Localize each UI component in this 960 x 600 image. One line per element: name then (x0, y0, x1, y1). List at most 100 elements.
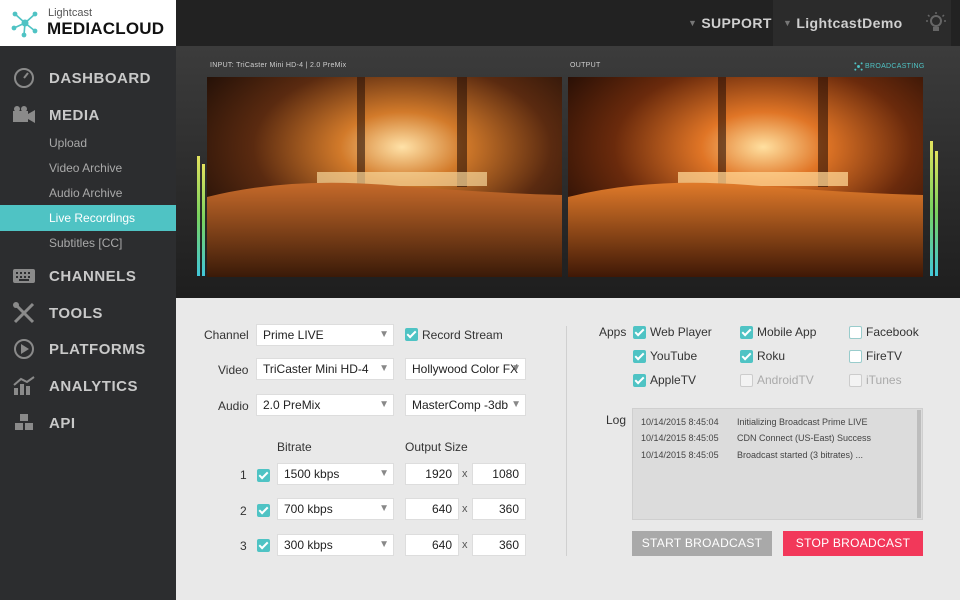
nav-media[interactable]: MEDIA (0, 100, 176, 130)
app-firetv-checkbox[interactable] (849, 350, 862, 363)
app-youtube-checkbox[interactable] (633, 350, 646, 363)
user-menu[interactable]: ▼ LightcastDemo (773, 0, 951, 46)
caret-down-icon: ▼ (379, 399, 389, 410)
nav-media-upload[interactable]: Upload (0, 130, 176, 156)
channel-label: Channel (204, 328, 249, 342)
bitrate-value: 1500 kbps (284, 467, 340, 481)
audio-meter-right (930, 141, 933, 276)
nav-media-live-recordings[interactable]: Live Recordings (0, 205, 176, 231)
nav-api[interactable]: API (0, 408, 176, 438)
log-entry: 10/14/2015 8:45:05 CDN Connect (US-East) … (641, 433, 871, 443)
nav-dashboard-label: DASHBOARD (49, 69, 151, 87)
log-time: 10/14/2015 8:45:05 (641, 450, 719, 460)
support-label: SUPPORT (701, 15, 772, 31)
tools-icon (13, 302, 35, 324)
log-label: Log (606, 413, 627, 427)
brand-name-small: Lightcast (48, 7, 93, 19)
output-height-input[interactable]: 360 (472, 534, 526, 556)
size-separator: x (462, 539, 468, 551)
app-firetv-label: FireTV (866, 349, 902, 363)
nav-analytics-label: ANALYTICS (49, 377, 138, 395)
nav-dashboard[interactable]: DASHBOARD (0, 63, 176, 93)
output-video-preview[interactable] (568, 77, 923, 277)
bitrate-row-checkbox[interactable] (257, 539, 270, 552)
video-fx-select[interactable]: Hollywood Color FX ▼ (405, 358, 526, 380)
channel-select[interactable]: Prime LIVE ▼ (256, 324, 394, 346)
broadcast-settings: Channel Prime LIVE ▼ Record Stream Video … (176, 298, 960, 600)
audio-meter-left-2 (202, 164, 205, 276)
dropdown-arrow-icon: ▼ (688, 18, 698, 28)
column-divider (566, 326, 567, 556)
log-scrollbar[interactable] (917, 410, 921, 518)
output-height-input[interactable]: 1080 (472, 463, 526, 485)
app-facebook-checkbox[interactable] (849, 326, 862, 339)
channel-select-value: Prime LIVE (263, 328, 324, 342)
output-size-header: Output Size (405, 440, 468, 454)
output-width-input[interactable]: 640 (405, 498, 459, 520)
broadcast-status: BROADCASTING (854, 62, 925, 71)
bitrate-select[interactable]: 300 kbps ▼ (277, 534, 394, 556)
nav-media-upload-label: Upload (49, 136, 88, 150)
caret-down-icon: ▼ (379, 468, 389, 479)
nav-platforms-label: PLATFORMS (49, 340, 146, 358)
support-menu[interactable]: ▼ SUPPORT (688, 0, 772, 46)
lightbulb-icon[interactable] (926, 12, 946, 34)
play-circle-icon (14, 339, 34, 359)
output-label: OUTPUT (570, 62, 601, 69)
concert-image (207, 77, 562, 277)
video-label: Video (218, 363, 249, 377)
audio-source-value: 2.0 PreMix (263, 398, 321, 412)
nav-analytics[interactable]: ANALYTICS (0, 371, 176, 401)
app-androidtv-label: AndroidTV (757, 373, 814, 387)
bitrate-row-number: 1 (240, 468, 247, 482)
output-width-input[interactable]: 640 (405, 534, 459, 556)
cubes-icon (15, 414, 33, 430)
caret-down-icon: ▼ (379, 503, 389, 514)
preview-panel: INPUT: TriCaster Mini HD-4 | 2.0 PreMix … (176, 46, 960, 298)
bitrate-row-checkbox[interactable] (257, 504, 270, 517)
nav-media-video-archive[interactable]: Video Archive (0, 155, 176, 181)
concert-image (568, 77, 923, 277)
logo-icon (11, 11, 38, 38)
audio-label: Audio (218, 399, 249, 413)
logo[interactable]: Lightcast MEDIACLOUD (0, 0, 176, 46)
nav-media-video-archive-label: Video Archive (49, 161, 123, 175)
bitrate-row-checkbox[interactable] (257, 469, 270, 482)
app-androidtv-checkbox (740, 374, 753, 387)
output-height-input[interactable]: 360 (472, 498, 526, 520)
nav-tools[interactable]: TOOLS (0, 298, 176, 328)
app-mobile-label: Mobile App (757, 325, 817, 339)
bitrate-row-number: 3 (240, 539, 247, 553)
broadcasting-icon (854, 62, 863, 71)
bitrate-select[interactable]: 1500 kbps ▼ (277, 463, 394, 485)
nav-media-subtitles[interactable]: Subtitles [CC] (0, 230, 176, 256)
video-source-value: TriCaster Mini HD-4 (263, 362, 369, 376)
audio-fx-value: MasterComp -3db (412, 398, 509, 412)
bitrate-row-number: 2 (240, 504, 247, 518)
record-stream-checkbox[interactable] (405, 328, 418, 341)
app-roku-checkbox[interactable] (740, 350, 753, 363)
app-appletv-checkbox[interactable] (633, 374, 646, 387)
app-facebook-label: Facebook (866, 325, 919, 339)
start-broadcast-button[interactable]: START BROADCAST (632, 531, 772, 556)
audio-source-select[interactable]: 2.0 PreMix ▼ (256, 394, 394, 416)
app-mobile-checkbox[interactable] (740, 326, 753, 339)
caret-down-icon: ▼ (511, 399, 521, 410)
output-width-input[interactable]: 1920 (405, 463, 459, 485)
log-message: Initializing Broadcast Prime LIVE (737, 417, 868, 427)
audio-fx-select[interactable]: MasterComp -3db ▼ (405, 394, 526, 416)
stop-broadcast-button[interactable]: STOP BROADCAST (783, 531, 923, 556)
app-web-player-label: Web Player (650, 325, 712, 339)
nav-media-live-recordings-label: Live Recordings (49, 211, 136, 225)
app-web-player-checkbox[interactable] (633, 326, 646, 339)
bitrate-select[interactable]: 700 kbps ▼ (277, 498, 394, 520)
video-source-select[interactable]: TriCaster Mini HD-4 ▼ (256, 358, 394, 380)
log-panel[interactable]: 10/14/2015 8:45:04 Initializing Broadcast… (632, 408, 923, 520)
log-entry: 10/14/2015 8:45:04 Initializing Broadcast… (641, 417, 868, 427)
nav-platforms[interactable]: PLATFORMS (0, 334, 176, 364)
user-name: LightcastDemo (796, 15, 903, 31)
nav-channels[interactable]: CHANNELS (0, 261, 176, 291)
nav-media-audio-archive[interactable]: Audio Archive (0, 180, 176, 206)
input-video-preview[interactable] (207, 77, 562, 277)
log-time: 10/14/2015 8:45:05 (641, 433, 719, 443)
